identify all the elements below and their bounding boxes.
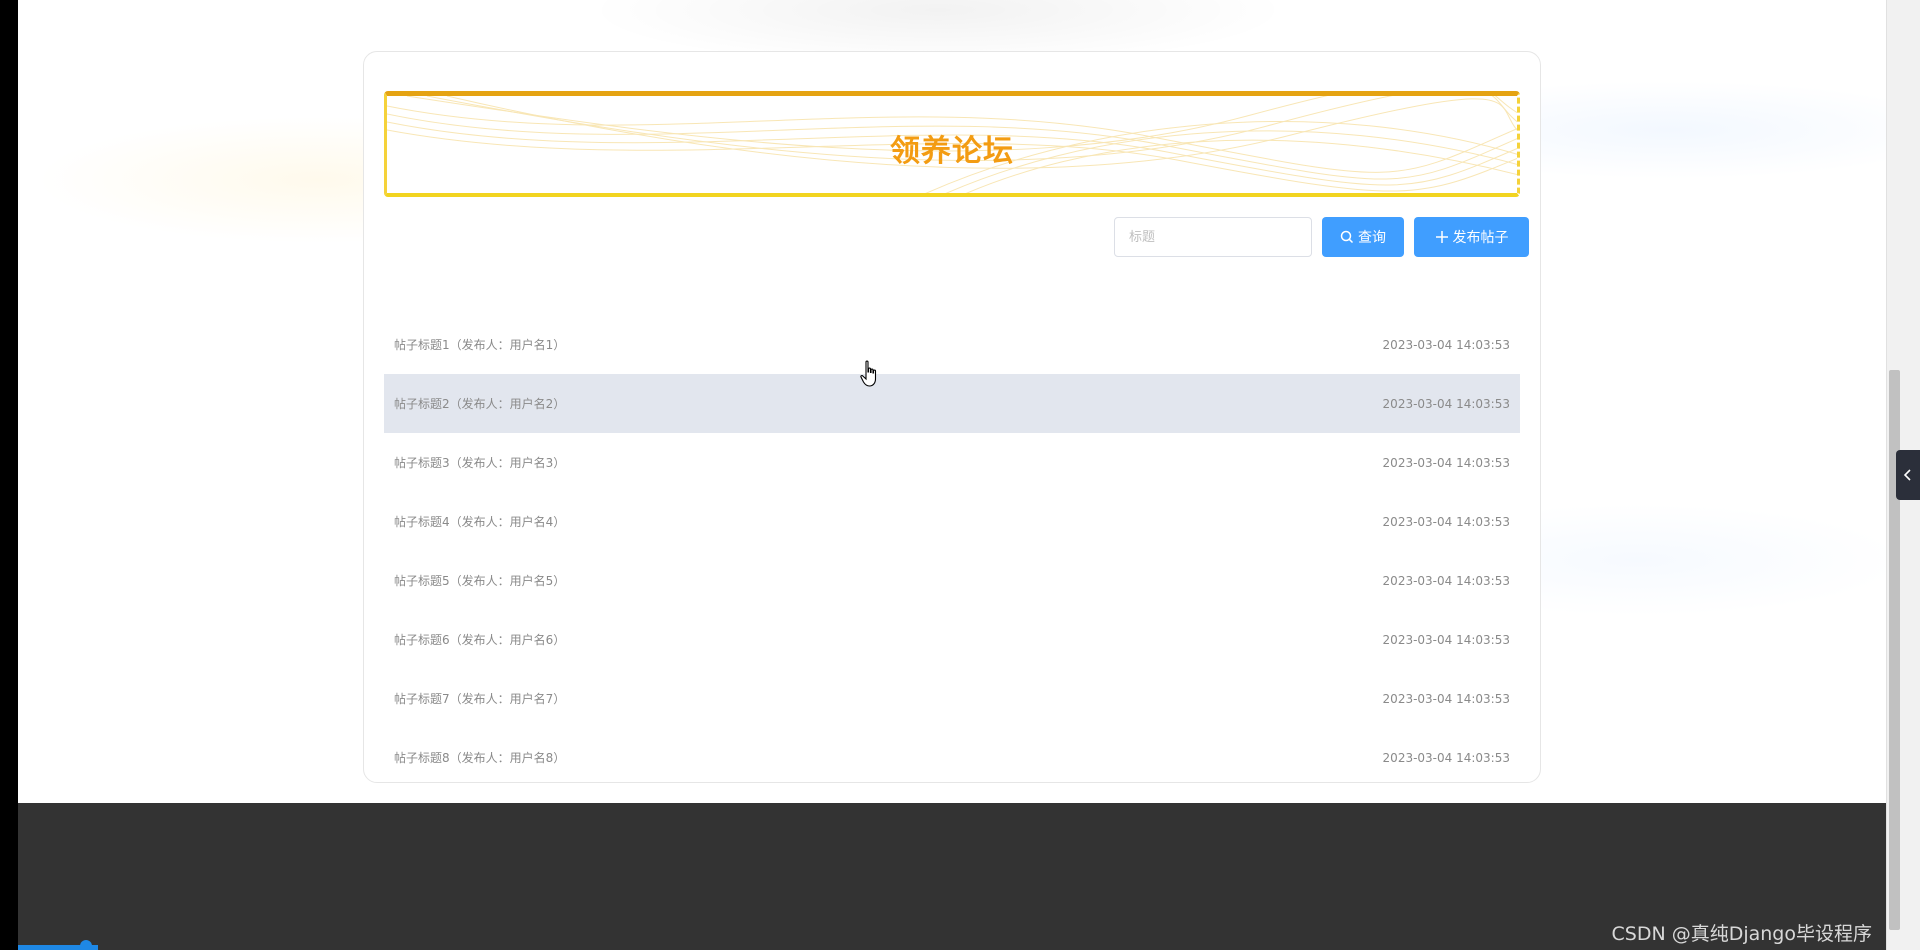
post-time: 2023-03-04 14:03:53 [1382,396,1510,411]
post-item[interactable]: 帖子标题3（发布人：用户名3） 2023-03-04 14:03:53 [384,433,1520,492]
post-title: 帖子标题8（发布人：用户名8） [394,751,566,765]
page-footer: CSDN @真纯Django毕设程序 [18,803,1886,950]
left-window-edge [0,0,18,950]
query-button-label: 查询 [1358,230,1386,246]
post-title: 帖子标题6（发布人：用户名6） [394,633,566,647]
post-item[interactable]: 帖子标题8（发布人：用户名8） 2023-03-04 14:03:53 [384,728,1520,787]
post-item[interactable]: 帖子标题2（发布人：用户名2） 2023-03-04 14:03:53 [384,374,1520,433]
post-time: 2023-03-04 14:03:53 [1382,455,1510,470]
post-item[interactable]: 帖子标题7（发布人：用户名7） 2023-03-04 14:03:53 [384,669,1520,728]
post-item[interactable]: 帖子标题1（发布人：用户名1） 2023-03-04 14:03:53 [384,315,1520,374]
post-item[interactable]: 帖子标题5（发布人：用户名5） 2023-03-04 14:03:53 [384,551,1520,610]
post-list: 帖子标题1（发布人：用户名1） 2023-03-04 14:03:53 帖子标题… [384,315,1520,787]
post-title: 帖子标题7（发布人：用户名7） [394,692,566,706]
post-item[interactable]: 帖子标题6（发布人：用户名6） 2023-03-04 14:03:53 [384,610,1520,669]
post-item[interactable]: 帖子标题4（发布人：用户名4） 2023-03-04 14:03:53 [384,492,1520,551]
taskbar-indicator [18,945,98,950]
hand-pointer-icon [860,360,877,387]
post-time: 2023-03-04 14:03:53 [1382,750,1510,765]
title-search-input[interactable] [1114,217,1312,257]
publish-button-label: 发布帖子 [1452,230,1509,246]
csdn-watermark: CSDN @真纯Django毕设程序 [1611,923,1873,945]
chevron-left-icon [1903,466,1913,485]
forum-title: 领养论坛 [890,134,1014,169]
search-icon [1340,230,1354,244]
search-toolbar: 查询 发布帖子 [364,217,1542,259]
post-title: 帖子标题2（发布人：用户名2） [394,397,566,411]
post-time: 2023-03-04 14:03:53 [1382,337,1510,352]
post-title: 帖子标题5（发布人：用户名5） [394,574,566,588]
post-time: 2023-03-04 14:03:53 [1382,573,1510,588]
plus-icon [1435,230,1449,244]
query-button[interactable]: 查询 [1322,217,1404,257]
post-time: 2023-03-04 14:03:53 [1382,514,1510,529]
post-title: 帖子标题4（发布人：用户名4） [394,515,566,529]
publish-post-button[interactable]: 发布帖子 [1414,217,1529,257]
forum-banner: 领养论坛 [384,91,1520,197]
post-time: 2023-03-04 14:03:53 [1382,691,1510,706]
post-time: 2023-03-04 14:03:53 [1382,632,1510,647]
page-viewport: 领养论坛 查询 发布帖子 帖子标题1（发布人：用户名1） 2023-03-04 … [18,0,1886,950]
post-title: 帖子标题3（发布人：用户名3） [394,456,566,470]
forum-card: 领养论坛 查询 发布帖子 帖子标题1（发布人：用户名1） 2023-03-04 … [363,51,1541,783]
post-title: 帖子标题1（发布人：用户名1） [394,338,566,352]
side-panel-toggle[interactable] [1896,450,1920,500]
